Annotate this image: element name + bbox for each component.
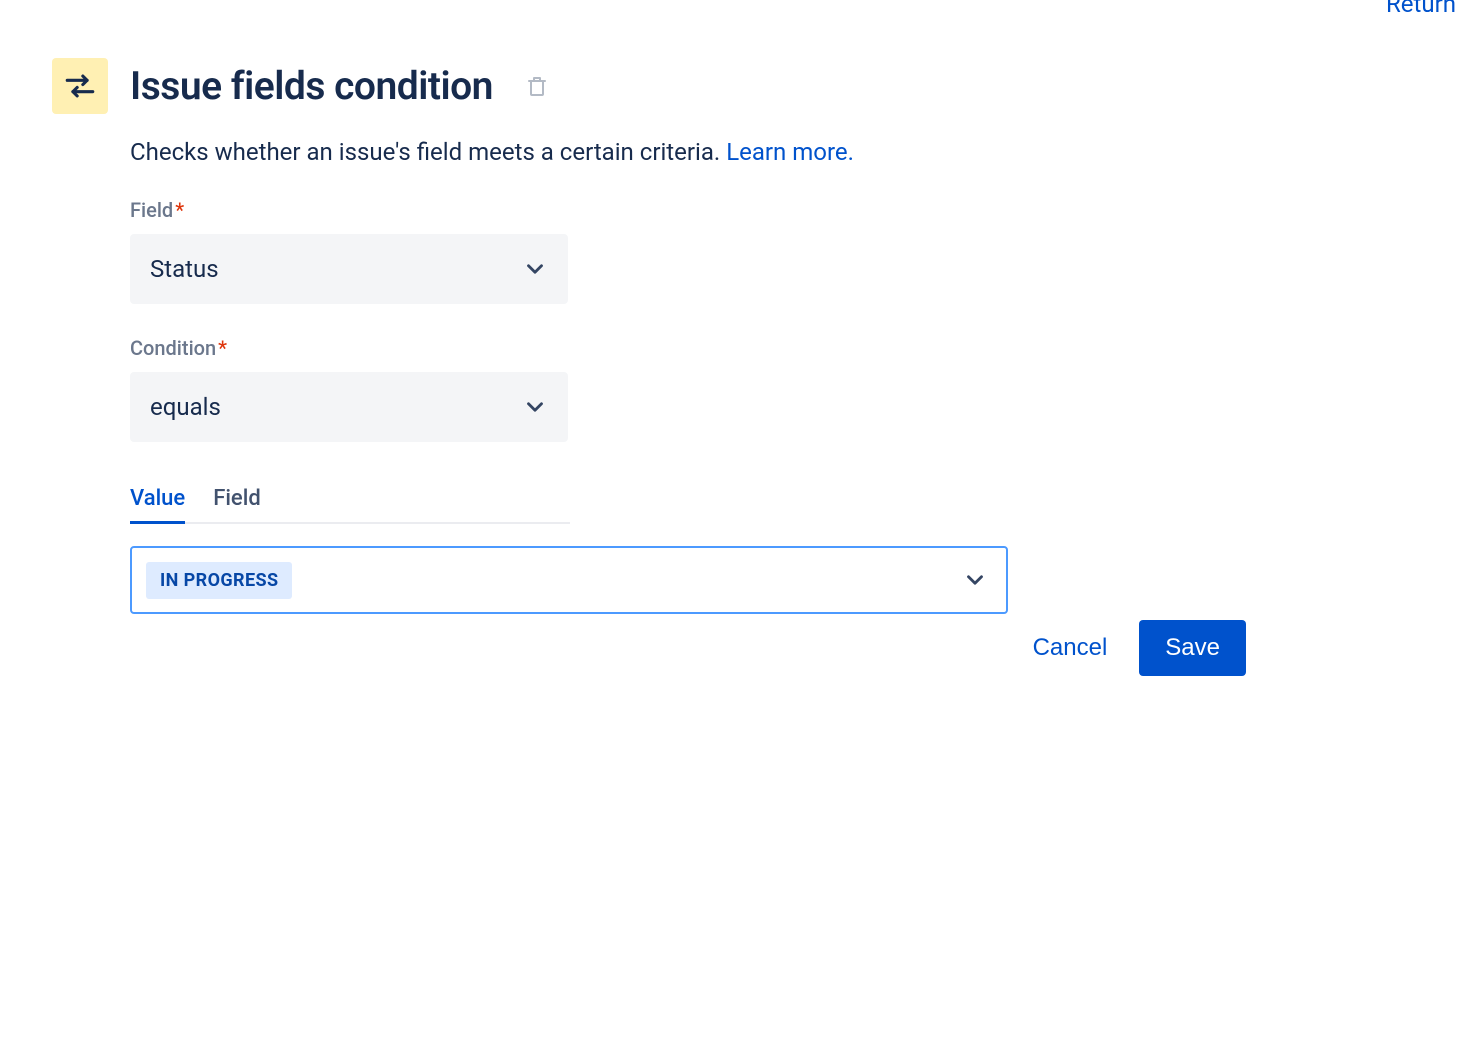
chevron-down-icon [522, 256, 548, 282]
condition-config-panel: Issue fields condition Checks whether an… [52, 58, 1252, 614]
chevron-down-icon [962, 567, 988, 593]
panel-title: Issue fields condition [130, 63, 493, 109]
condition-select[interactable]: equals [130, 372, 568, 442]
cancel-button[interactable]: Cancel [1029, 622, 1112, 674]
learn-more-link[interactable]: Learn more. [726, 138, 854, 166]
panel-description: Checks whether an issue's field meets a … [130, 138, 1252, 166]
field-label: Field* [130, 198, 1252, 222]
value-mode-tabs: Value Field [130, 486, 570, 524]
field-select[interactable]: Status [130, 234, 568, 304]
value-select[interactable]: IN PROGRESS [130, 546, 1008, 614]
return-link[interactable]: Return [1386, 0, 1456, 18]
condition-select-value: equals [150, 393, 221, 421]
required-indicator: * [175, 198, 184, 222]
footer-actions: Cancel Save [52, 620, 1246, 676]
field-select-value: Status [150, 255, 219, 283]
condition-type-icon [52, 58, 108, 114]
required-indicator: * [218, 336, 227, 360]
delete-icon[interactable] [525, 74, 549, 98]
panel-header: Issue fields condition [52, 58, 1252, 114]
tab-value[interactable]: Value [130, 486, 185, 524]
condition-label-text: Condition [130, 336, 216, 360]
chevron-down-icon [522, 394, 548, 420]
tab-field[interactable]: Field [213, 486, 261, 524]
condition-label: Condition* [130, 336, 1252, 360]
save-button[interactable]: Save [1139, 620, 1246, 676]
description-text: Checks whether an issue's field meets a … [130, 138, 726, 166]
status-lozenge: IN PROGRESS [146, 562, 292, 599]
field-label-text: Field [130, 198, 173, 222]
